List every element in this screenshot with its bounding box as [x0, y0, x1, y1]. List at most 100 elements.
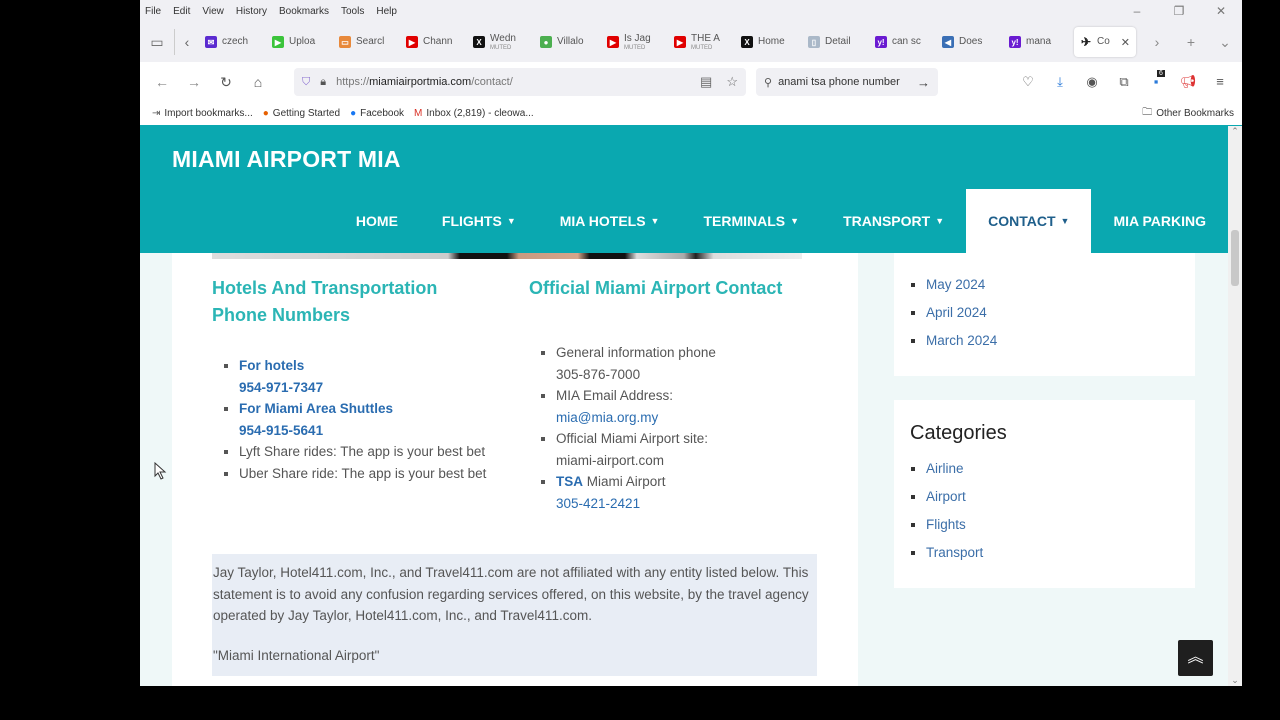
tab[interactable]: ▶ Is Jag MUTED	[601, 27, 668, 57]
sidebar-link[interactable]: Airline	[926, 461, 964, 476]
scroll-tabs-left-icon[interactable]: ‹	[175, 34, 199, 50]
bookmark-item[interactable]: ⇥ Import bookmarks...	[152, 108, 253, 119]
email-link[interactable]: mia@mia.org.my	[556, 410, 658, 425]
maximize-button[interactable]: ❐	[1158, 4, 1200, 18]
tab[interactable]: ▭ Searcl	[333, 27, 400, 57]
official-contact-section: Official Miami Airport Contact General i…	[529, 275, 829, 514]
mail-icon: ✉	[205, 36, 217, 48]
tab-groups-icon[interactable]: ▭	[140, 34, 174, 51]
hotels-phone[interactable]: 954-971-7347	[239, 380, 323, 395]
downloads-icon[interactable]: ⤓	[1044, 74, 1076, 90]
tsa-link[interactable]: TSA	[556, 474, 583, 489]
bookmark-item[interactable]: M Inbox (2,819) - cleowa...	[414, 108, 534, 119]
sidebar-link[interactable]: March 2024	[926, 333, 997, 348]
screen-border-bottom	[0, 686, 1280, 720]
tab-label: Is Jag MUTED	[624, 33, 651, 51]
tab-title: Does	[959, 36, 983, 47]
back-to-top-button[interactable]: ︽	[1178, 640, 1213, 676]
forward-icon[interactable]: →	[178, 74, 210, 90]
url-bar[interactable]: ⛉ 🔒︎ https://miamiairportmia.com/contact…	[294, 68, 746, 96]
extensions-icon[interactable]: ⧉	[1108, 74, 1140, 90]
tab[interactable]: X Wedn MUTED	[467, 27, 534, 57]
nav-item-flights[interactable]: FLIGHTS ▼	[420, 189, 538, 253]
tsa-phone[interactable]: 305-421-2421	[556, 496, 640, 511]
list-item: For Miami Area Shuttles 954-915-5641	[239, 398, 492, 441]
nav-item-home[interactable]: HOME	[334, 189, 420, 253]
extension-badge-icon[interactable]: ▪ 6	[1140, 70, 1172, 90]
transport-phone-list: For hotels 954-971-7347 For Miami Area S…	[212, 355, 492, 484]
shuttles-link[interactable]: For Miami Area Shuttles	[239, 401, 393, 416]
site-title[interactable]: MIAMI AIRPORT MIA	[172, 146, 401, 173]
back-icon[interactable]: ←	[146, 74, 178, 90]
sidebar-link[interactable]: Transport	[926, 545, 983, 560]
tab[interactable]: ● Villalo	[534, 27, 601, 57]
tab-active[interactable]: ✈ Co ✕	[1074, 27, 1136, 57]
disclaimer-box: Jay Taylor, Hotel411.com, Inc., and Trav…	[212, 554, 817, 676]
contact-label: Miami Airport	[583, 474, 666, 489]
scroll-down-icon[interactable]: ⌄	[1228, 675, 1242, 686]
tab-muted-label: MUTED	[691, 44, 713, 51]
home-icon[interactable]: ⌂	[242, 74, 274, 90]
tab[interactable]: ▶ THE A MUTED	[668, 27, 735, 57]
pocket-icon[interactable]: ♡	[1012, 74, 1044, 90]
list-all-tabs-icon[interactable]: ⌄	[1208, 34, 1242, 51]
menu-tools[interactable]: Tools	[341, 6, 364, 17]
lock-icon[interactable]: 🔒︎	[320, 76, 326, 89]
close-window-button[interactable]: ✕	[1200, 4, 1242, 18]
nav-item-transport[interactable]: TRANSPORT ▼	[821, 189, 966, 253]
sidebar-link[interactable]: Flights	[926, 517, 966, 532]
page-scrollbar[interactable]: ⌃ ⌄	[1228, 126, 1242, 686]
close-tab-icon[interactable]: ✕	[1121, 36, 1130, 49]
menu-help[interactable]: Help	[376, 6, 397, 17]
scroll-tabs-right-icon[interactable]: ›	[1140, 34, 1174, 50]
search-go-icon[interactable]: →	[917, 75, 930, 90]
new-tab-button[interactable]: +	[1174, 34, 1208, 50]
bookmark-star-icon[interactable]: ☆	[726, 74, 738, 90]
bookmark-item[interactable]: ● Facebook	[350, 108, 404, 119]
nav-label: TRANSPORT	[843, 213, 931, 229]
tab[interactable]: y! mana	[1003, 27, 1070, 57]
nav-item-terminals[interactable]: TERMINALS ▼	[681, 189, 821, 253]
nav-item-mia-parking[interactable]: MIA PARKING	[1091, 189, 1228, 253]
bookmark-item[interactable]: ● Getting Started	[263, 108, 340, 119]
tab[interactable]: ▶ Uploa	[266, 27, 333, 57]
shield-icon[interactable]: ⛉	[302, 76, 310, 89]
nav-item-contact[interactable]: CONTACT ▼	[966, 189, 1092, 253]
categories-widget: Categories Airline Airport Flights Transpor…	[894, 400, 1195, 588]
menu-view[interactable]: View	[202, 6, 224, 17]
tab-label: Searcl	[356, 37, 384, 47]
tab-title: czech	[222, 36, 249, 47]
other-bookmarks[interactable]: 🗀︎ Other Bookmarks	[1142, 105, 1234, 122]
tab-title: THE A	[691, 32, 720, 44]
scroll-up-icon[interactable]: ⌃	[1228, 126, 1242, 137]
sidebar-link[interactable]: May 2024	[926, 277, 985, 292]
search-bar[interactable]: ⚲ anami tsa phone number →	[756, 68, 938, 96]
menu-file[interactable]: File	[145, 6, 161, 17]
hotels-link[interactable]: For hotels	[239, 358, 304, 373]
minimize-button[interactable]: –	[1116, 4, 1158, 18]
reader-view-icon[interactable]: ▤	[700, 74, 712, 90]
tab[interactable]: X Home	[735, 27, 802, 57]
search-input[interactable]: anami tsa phone number	[778, 76, 900, 88]
url-prefix: https://	[336, 76, 370, 88]
x-icon: X	[741, 36, 753, 48]
sidebar-link[interactable]: Airport	[926, 489, 966, 504]
shuttles-phone[interactable]: 954-915-5641	[239, 423, 323, 438]
tab-label: Villalo	[557, 37, 584, 47]
disclaimer-quote: "Miami International Airport"	[213, 647, 380, 663]
tab[interactable]: ✉ czech	[199, 27, 266, 57]
account-icon[interactable]: ◉	[1076, 74, 1108, 90]
scrollbar-thumb[interactable]	[1231, 230, 1239, 286]
sidebar-link[interactable]: April 2024	[926, 305, 987, 320]
tab[interactable]: y! can sc	[869, 27, 936, 57]
reload-icon[interactable]: ↻	[210, 74, 242, 91]
tab[interactable]: ▯ Detail	[802, 27, 869, 57]
menu-history[interactable]: History	[236, 6, 267, 17]
tab[interactable]: ▶ Chann	[400, 27, 467, 57]
app-menu-icon[interactable]: ≡	[1204, 74, 1236, 90]
tab[interactable]: ◀ Does	[936, 27, 1003, 57]
menu-edit[interactable]: Edit	[173, 6, 190, 17]
megaphone-icon[interactable]: 📢︎	[1172, 74, 1204, 90]
nav-item-mia-hotels[interactable]: MIA HOTELS ▼	[538, 189, 682, 253]
menu-bookmarks[interactable]: Bookmarks	[279, 6, 329, 17]
